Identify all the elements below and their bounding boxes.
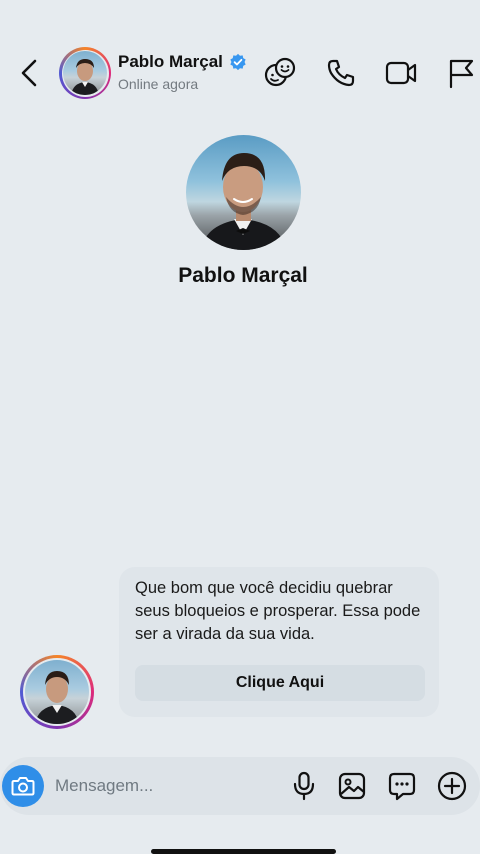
header-avatar[interactable] bbox=[59, 47, 111, 99]
contact-name: Pablo Marçal bbox=[118, 52, 223, 71]
report-button[interactable] bbox=[444, 56, 478, 90]
profile-name: Pablo Marçal bbox=[178, 264, 308, 287]
phone-icon bbox=[327, 59, 355, 87]
online-status: Online agora bbox=[118, 76, 199, 92]
message-text: Que bom que você decidiu quebrar seus bl… bbox=[135, 579, 421, 643]
more-options-button[interactable] bbox=[435, 769, 469, 803]
home-indicator bbox=[151, 849, 336, 854]
call-button[interactable] bbox=[324, 56, 358, 90]
camera-button[interactable] bbox=[2, 765, 44, 807]
profile-picture[interactable] bbox=[186, 135, 301, 250]
gallery-icon bbox=[338, 772, 366, 800]
gallery-button[interactable] bbox=[335, 769, 369, 803]
clique-aqui-button[interactable]: Clique Aqui bbox=[135, 665, 425, 701]
stickers-composer-button[interactable] bbox=[385, 769, 419, 803]
video-camera-icon bbox=[385, 61, 417, 85]
chat-header: Pablo Marçal Online agora bbox=[0, 0, 480, 110]
plus-circle-icon bbox=[437, 771, 467, 801]
message-bubble: Que bom que você decidiu quebrar seus bl… bbox=[119, 567, 439, 717]
message-composer bbox=[0, 757, 480, 815]
microphone-icon bbox=[293, 771, 315, 801]
message-input[interactable] bbox=[55, 771, 275, 801]
message-avatar[interactable] bbox=[20, 655, 94, 729]
camera-icon bbox=[11, 777, 35, 796]
contact-info[interactable]: Pablo Marçal Online agora bbox=[118, 52, 247, 92]
chat-bubble-icon bbox=[388, 772, 416, 801]
stickers-button[interactable] bbox=[263, 56, 297, 90]
sticker-faces-icon bbox=[264, 57, 296, 87]
verified-badge-icon bbox=[230, 53, 246, 71]
back-chevron-icon bbox=[21, 59, 37, 87]
voice-message-button[interactable] bbox=[287, 769, 321, 803]
flag-icon bbox=[449, 59, 474, 89]
video-call-button[interactable] bbox=[384, 56, 418, 90]
back-button[interactable] bbox=[14, 56, 44, 90]
